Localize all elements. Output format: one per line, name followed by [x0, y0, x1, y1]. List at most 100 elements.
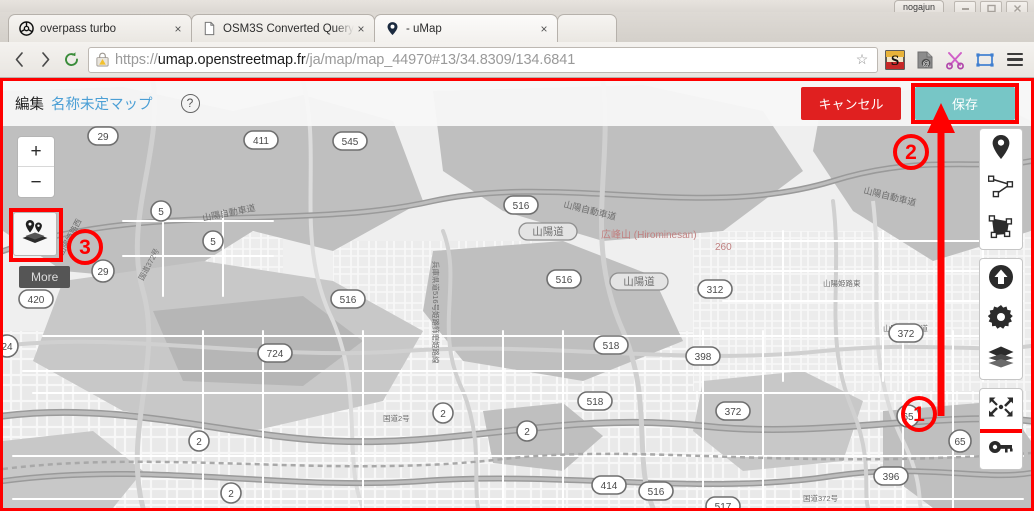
draw-polyline-button[interactable]	[980, 169, 1022, 209]
reload-icon[interactable]	[58, 47, 84, 73]
svg-text:312: 312	[707, 285, 724, 296]
browser-tab-osm3s-converted-query[interactable]: OSM3S Converted Query ×	[191, 14, 375, 42]
annotation-badge-3: 3	[67, 229, 103, 265]
tab-close-icon[interactable]: ×	[354, 23, 368, 35]
browser-tab-overpass-turbo[interactable]: overpass turbo ×	[8, 14, 192, 42]
draw-polygon-button[interactable]	[980, 209, 1022, 249]
edit-label: 編集	[15, 97, 44, 113]
svg-text:724: 724	[267, 349, 284, 360]
svg-text:411: 411	[253, 136, 269, 147]
svg-text:山陽道: 山陽道	[532, 225, 564, 238]
url-scheme: https://	[115, 51, 158, 68]
umap-actions: キャンセル 保存	[801, 83, 1019, 124]
svg-text:2: 2	[440, 409, 446, 420]
svg-text:396: 396	[883, 472, 900, 483]
key-icon	[988, 438, 1014, 461]
svg-text:兵庫県道516号姫路飾磨姫路線: 兵庫県道516号姫路飾磨姫路線	[431, 261, 441, 364]
tab-title: - uMap	[406, 22, 442, 35]
lock-icon	[95, 52, 110, 67]
layers-markers-icon	[21, 219, 49, 250]
svg-text:24: 24	[3, 342, 13, 353]
svg-text:65: 65	[954, 437, 966, 448]
svg-text:国道372号: 国道372号	[803, 493, 838, 503]
hamburger-menu-icon[interactable]	[1004, 49, 1025, 70]
svg-text:372: 372	[898, 329, 915, 340]
scissors-icon[interactable]	[944, 49, 965, 70]
url-host: umap.openstreetmap.fr	[157, 51, 306, 68]
annotation-badge-2: 2	[893, 134, 929, 170]
forward-icon[interactable]	[32, 47, 58, 73]
umap-pin-icon	[385, 21, 400, 36]
more-layers-button[interactable]	[13, 212, 57, 256]
svg-text:516: 516	[513, 201, 530, 212]
extension-icons: S @	[884, 49, 1028, 70]
zoom-out-button[interactable]: −	[18, 167, 54, 197]
bookmark-star-icon[interactable]: ☆	[853, 51, 871, 68]
gear-icon	[987, 304, 1014, 335]
save-button[interactable]: 保存	[915, 87, 1015, 120]
polygon-icon	[988, 214, 1014, 244]
merge-lines-button[interactable]	[980, 389, 1022, 429]
polyline-icon	[987, 175, 1014, 204]
svg-text:2: 2	[196, 437, 202, 448]
save-button-wrapper: 保存	[911, 83, 1019, 124]
more-control-wrapper: More	[9, 208, 71, 288]
title-bar: nogajun	[0, 0, 1034, 15]
tab-close-icon[interactable]: ×	[171, 23, 185, 35]
svg-text:398: 398	[695, 352, 712, 363]
scrapbook-s-icon[interactable]: S	[884, 49, 905, 70]
tab-title: overpass turbo	[40, 22, 117, 35]
svg-text:517: 517	[715, 502, 732, 508]
right-toolbar	[979, 128, 1023, 470]
browser-window: nogajun overpass turbo × OSM3S Converted…	[0, 0, 1034, 511]
draw-marker-button[interactable]	[980, 129, 1022, 169]
svg-text:516: 516	[340, 295, 357, 306]
archive-at-icon[interactable]: @	[914, 49, 935, 70]
navigation-toolbar: https://umap.openstreetmap.fr/ja/map/map…	[0, 42, 1034, 78]
draw-tools-group	[979, 128, 1023, 250]
tab-strip: overpass turbo × OSM3S Converted Query ×…	[0, 12, 1034, 42]
page-viewport: .grn { fill:#bfbfbf; } .grn2 { fill:#c8c…	[0, 78, 1034, 511]
svg-text:518: 518	[603, 341, 620, 352]
merge-lines-icon	[987, 395, 1015, 424]
svg-text:S: S	[890, 53, 898, 69]
svg-text:山陽道: 山陽道	[623, 275, 655, 288]
manage-layers-button[interactable]	[980, 339, 1022, 379]
map-tools-group	[979, 258, 1023, 380]
browser-tab-umap[interactable]: - uMap ×	[374, 14, 558, 42]
svg-text:372: 372	[725, 407, 742, 418]
map-permissions-button[interactable]	[980, 429, 1022, 469]
svg-text:山陽姫路東: 山陽姫路東	[823, 278, 861, 288]
tab-close-icon[interactable]: ×	[537, 23, 551, 35]
screenshot-frame-icon[interactable]	[974, 49, 995, 70]
import-data-button[interactable]	[980, 259, 1022, 299]
svg-text:420: 420	[28, 295, 45, 306]
zoom-in-button[interactable]: +	[18, 137, 54, 167]
svg-text:545: 545	[342, 137, 359, 148]
svg-text:@: @	[922, 61, 929, 68]
url-path: /ja/map/map_44970#13/34.8309/134.6841	[305, 51, 576, 68]
url-text: https://umap.openstreetmap.fr/ja/map/map…	[115, 52, 853, 68]
zoom-control: + −	[17, 136, 55, 198]
document-icon	[202, 21, 217, 36]
svg-text:516: 516	[556, 275, 573, 286]
import-arrow-up-icon	[988, 264, 1014, 295]
svg-text:518: 518	[587, 397, 604, 408]
map-settings-button[interactable]	[980, 299, 1022, 339]
svg-text:29: 29	[97, 267, 109, 278]
svg-text:2: 2	[524, 427, 530, 438]
help-icon[interactable]: ?	[180, 94, 200, 113]
svg-text:2: 2	[228, 489, 234, 500]
map-canvas[interactable]: .grn { fill:#bfbfbf; } .grn2 { fill:#c8c…	[3, 81, 1031, 508]
svg-text:29: 29	[97, 132, 109, 143]
svg-text:414: 414	[601, 481, 618, 492]
svg-text:5: 5	[210, 237, 216, 248]
back-icon[interactable]	[6, 47, 32, 73]
new-tab-area[interactable]	[557, 14, 617, 42]
url-bar[interactable]: https://umap.openstreetmap.fr/ja/map/map…	[88, 46, 878, 73]
more-tooltip: More	[19, 266, 71, 288]
map-name-link[interactable]: 名称未定マップ	[51, 93, 153, 114]
marker-pin-icon	[991, 134, 1011, 165]
svg-text:516: 516	[648, 487, 665, 498]
cancel-button[interactable]: キャンセル	[801, 87, 901, 120]
